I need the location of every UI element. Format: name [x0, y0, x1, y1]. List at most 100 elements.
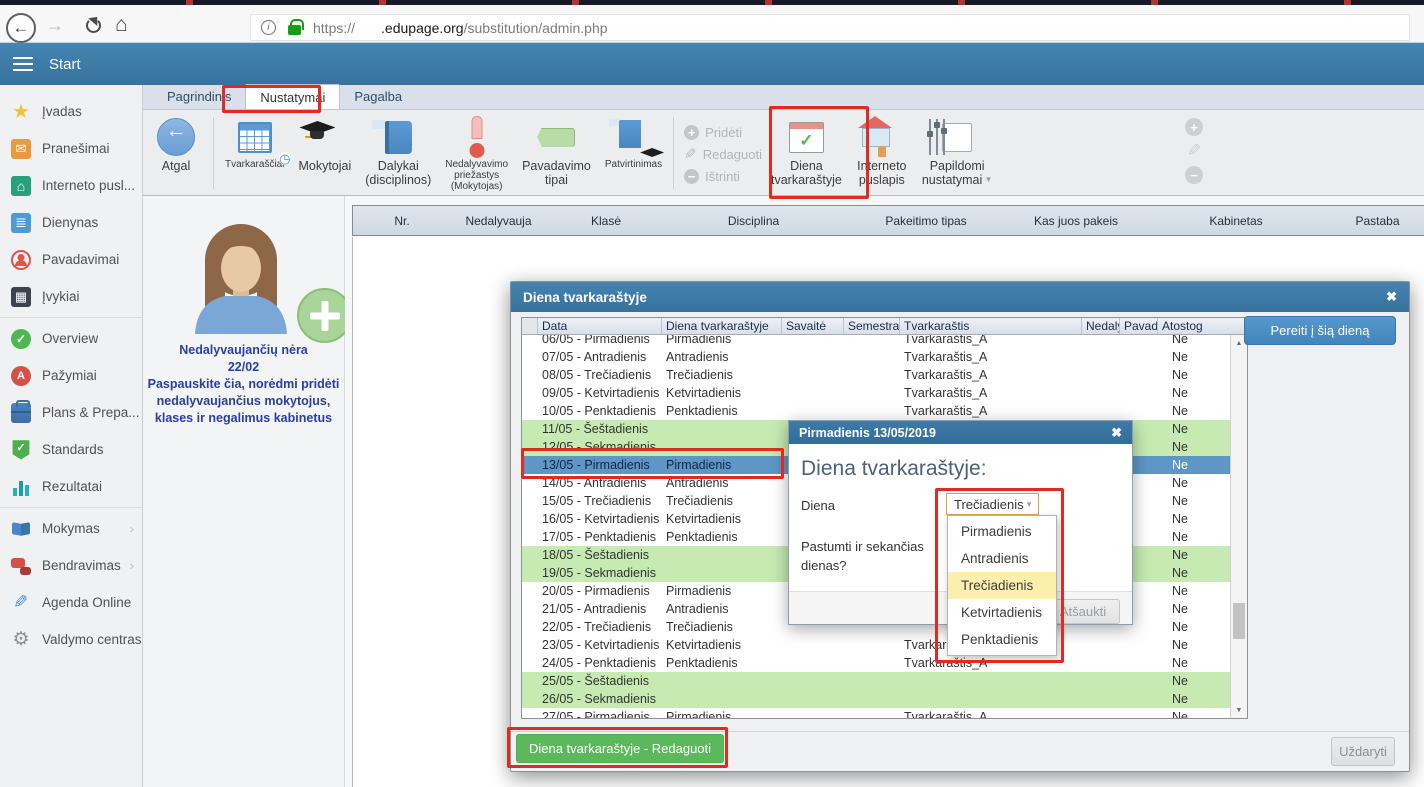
day-row-cell [1082, 384, 1120, 402]
dropdown-option-trečiadienis[interactable]: Trečiadienis [948, 572, 1056, 599]
day-row-holiday: Ne [1158, 654, 1230, 672]
teacher-avatar[interactable] [181, 212, 307, 334]
day-row[interactable]: 26/05 - SekmadienisNe [522, 690, 1230, 708]
scroll-down-icon[interactable]: ▼ [1231, 702, 1247, 718]
tab-pagrindinis[interactable]: Pagrindinis [153, 84, 245, 109]
day-row-date: 15/05 - Trečiadienis [538, 492, 662, 510]
timetable-grid-icon [238, 122, 272, 153]
ribbon-button-diena-tvarkara-tyje[interactable]: Diena tvarkaraštyje [764, 115, 849, 193]
sidebar-item-dienynas[interactable]: Dienynas [0, 204, 142, 241]
column-header-3: Klasė [546, 214, 666, 228]
day-row-dayname [662, 690, 782, 708]
day-row[interactable]: 06/05 - PirmadienisPirmadienisTvarkarašt… [522, 335, 1230, 348]
app-title[interactable]: Start [49, 56, 81, 73]
sidebar-item-mokymas[interactable]: Mokymas› [0, 510, 142, 547]
day-row[interactable]: 24/05 - PenktadienisPenktadienisTvarkara… [522, 654, 1230, 672]
browser-url-bar[interactable]: i https:// .edupage.org /substitution/ad… [250, 14, 1410, 41]
absence-hint-text[interactable]: Nedalyvaujančių nėra 22/02 Paspauskite č… [147, 342, 340, 426]
modal-close-icon[interactable]: ✖ [1386, 289, 1397, 305]
sidebar-item-prane-imai[interactable]: Pranešimai [0, 130, 142, 167]
ribbon-button-patvirtinimas[interactable]: Patvirtinimas [598, 115, 669, 193]
dialog-close-icon[interactable]: ✖ [1111, 425, 1122, 441]
sidebar-separator [0, 317, 142, 318]
absence-panel[interactable]: Nedalyvaujančių nėra 22/02 Paspauskite č… [143, 196, 345, 787]
column-header-1: Nr. [353, 214, 451, 228]
sidebar-item-bendravimas[interactable]: Bendravimas› [0, 547, 142, 584]
dropdown-option-antradienis[interactable]: Antradienis [948, 545, 1056, 572]
ribbon-button-papildomi-nustatymai[interactable]: Papildomi nustatymai ▼ [915, 115, 1000, 193]
day-list-column-header: Atostog [1158, 318, 1247, 334]
day-row[interactable]: 23/05 - KetvirtadienisKetvirtadienisTvar… [522, 636, 1230, 654]
sidebar-item-interneto-pusl-[interactable]: Interneto pusl... [0, 167, 142, 204]
scrollbar-thumb[interactable] [1233, 603, 1245, 639]
ghost-action-icons: + − [1185, 118, 1203, 184]
action-redaguoti[interactable]: Redaguoti [684, 143, 762, 165]
day-list-column-header: Data [538, 318, 662, 334]
close-modal-button[interactable]: Uždaryti [1331, 737, 1395, 766]
sidebar-item-standards[interactable]: Standards [0, 431, 142, 468]
edit-day-schedule-button[interactable]: Diena tvarkaraštyje - Redaguoti [516, 734, 724, 763]
day-row-cell [522, 708, 538, 718]
check-circle-icon [11, 329, 31, 349]
day-row-date: 18/05 - Šeštadienis [538, 546, 662, 564]
browser-home-icon[interactable]: ⌂ [115, 14, 128, 35]
day-list-column-header: Savaitė [782, 318, 844, 334]
browser-refresh-icon[interactable] [86, 18, 101, 33]
ribbon-button-dalykai-disciplinos-[interactable]: Dalykai (disciplinos) [358, 115, 438, 193]
browser-forward-button[interactable]: → [46, 16, 64, 34]
day-row[interactable]: 09/05 - KetvirtadienisKetvirtadienisTvar… [522, 384, 1230, 402]
goto-day-button[interactable]: Pereiti į šią dieną [1244, 316, 1396, 345]
day-row-date: 19/05 - Sekmadienis [538, 564, 662, 582]
calendar-check-icon [789, 122, 824, 153]
dropdown-option-penktadienis[interactable]: Penktadienis [948, 626, 1056, 653]
day-row-cell [844, 690, 900, 708]
menu-hamburger-icon[interactable] [13, 57, 33, 60]
day-row-cell [522, 690, 538, 708]
tab-pagalba[interactable]: Pagalba [340, 84, 416, 109]
day-row[interactable]: 10/05 - PenktadienisPenktadienisTvarkara… [522, 402, 1230, 420]
url-path: /substitution/admin.php [464, 20, 608, 36]
cancel-button[interactable]: Atšaukti [1046, 599, 1120, 624]
action-prid-ti[interactable]: +Pridėti [684, 121, 762, 143]
confirmation-book-icon [619, 120, 649, 154]
sidebar-item-label: Standards [42, 442, 104, 457]
browser-back-button[interactable]: ← [6, 13, 36, 43]
day-row[interactable]: 25/05 - ŠeštadienisNe [522, 672, 1230, 690]
tab-nustatymai[interactable]: Nustatymai [245, 84, 340, 109]
day-row-cell [1082, 654, 1120, 672]
ribbon-button-atgal[interactable]: Atgal [143, 115, 209, 193]
day-row-cell [1082, 366, 1120, 384]
add-absent-plus-icon[interactable] [297, 288, 352, 343]
day-select[interactable]: Trečiadienis ▼ [946, 493, 1039, 515]
dropdown-option-pirmadienis[interactable]: Pirmadienis [948, 518, 1056, 545]
day-row-cell [522, 582, 538, 600]
day-row[interactable]: 07/05 - AntradienisAntradienisTvarkarašt… [522, 348, 1230, 366]
day-row[interactable]: 27/05 - PirmadienisPirmadienisTvarkarašt… [522, 708, 1230, 718]
ribbon-button-mokytojai[interactable]: Mokytojai [291, 115, 358, 193]
thermometer-icon [467, 121, 487, 153]
sidebar-item-plans-prepa-[interactable]: Plans & Prepa... [0, 394, 142, 431]
day-row[interactable]: 08/05 - TrečiadienisTrečiadienisTvarkara… [522, 366, 1230, 384]
sidebar-item-valdymo-centras[interactable]: Valdymo centras [0, 621, 142, 658]
sidebar-item-rezultatai[interactable]: Rezultatai [0, 468, 142, 505]
ribbon-button-nedalyvavimo-prie-astys-mokytojas-[interactable]: Nedalyvavimo priežastys (Mokytojas) [438, 115, 515, 193]
sidebar-item--vadas[interactable]: Įvadas [0, 93, 142, 130]
day-list-scrollbar[interactable]: ▲ ▼ [1230, 335, 1247, 718]
sidebar-item-pa-ymiai[interactable]: Pažymiai [0, 357, 142, 394]
ribbon-button-tvarkara-iai[interactable]: Tvarkaraščiai [218, 115, 291, 193]
action-i-trinti[interactable]: −Ištrinti [684, 165, 762, 187]
sidebar-item-pavadavimai[interactable]: Pavadavimai [0, 241, 142, 278]
day-row-dayname: Ketvirtadienis [662, 510, 782, 528]
sidebar-item-agenda-online[interactable]: Agenda Online [0, 584, 142, 621]
ribbon-button-pavadavimo-tipai[interactable]: Pavadavimo tipai [515, 115, 598, 193]
day-row-date: 21/05 - Antradienis [538, 600, 662, 618]
ribbon-button-interneto-puslapis[interactable]: Interneto puslapis [849, 115, 915, 193]
day-row-cell [782, 335, 844, 348]
page-info-icon[interactable]: i [261, 20, 276, 35]
dropdown-option-ketvirtadienis[interactable]: Ketvirtadienis [948, 599, 1056, 626]
sidebar-item--vykiai[interactable]: Įvykiai [0, 278, 142, 315]
day-row-cell [844, 366, 900, 384]
day-list-column-header: Pavada [1120, 318, 1158, 334]
sidebar-item-overview[interactable]: Overview [0, 320, 142, 357]
day-row-cell [522, 384, 538, 402]
